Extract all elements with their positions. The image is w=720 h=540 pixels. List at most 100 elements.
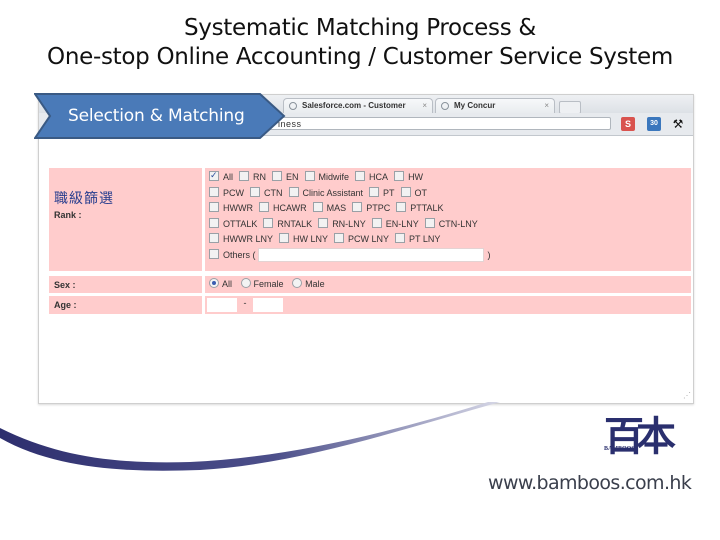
- others-label: Others (: [223, 249, 256, 260]
- checkbox[interactable]: [239, 171, 250, 181]
- rank-option[interactable]: CTN-LNY: [424, 217, 478, 232]
- age-label: Age :: [54, 300, 77, 310]
- age-range: -: [205, 296, 691, 314]
- radio-button[interactable]: [292, 278, 303, 288]
- others-checkbox[interactable]: [209, 248, 219, 259]
- rank-options: All RN EN Midwife HCA HW PCW CTN Clinic Assistan…: [205, 168, 691, 271]
- checkbox[interactable]: [288, 186, 299, 197]
- tab-favicon-icon: [441, 102, 449, 110]
- checkbox[interactable]: [334, 233, 345, 243]
- sex-radio-female[interactable]: Female: [240, 276, 284, 293]
- logo-glyph: 百本: [604, 413, 676, 460]
- checkbox-label: HCAWR: [273, 203, 307, 213]
- tab-label: My Concur: [454, 101, 496, 110]
- checkbox[interactable]: [209, 233, 219, 243]
- checkbox[interactable]: [355, 171, 366, 181]
- rank-option[interactable]: OTTALK: [209, 217, 257, 232]
- radio-label: Female: [253, 279, 284, 289]
- tab-close-icon[interactable]: ×: [422, 99, 427, 113]
- page-content: 職級篩選 Rank : All RN EN Midwife HCA HW PCW CTN Cli…: [39, 136, 693, 402]
- checkbox[interactable]: [209, 202, 219, 212]
- tab-label: Salesforce.com - Customer: [302, 101, 406, 110]
- checkbox[interactable]: [263, 217, 274, 228]
- tab-my-concur[interactable]: My Concur ×: [435, 98, 555, 113]
- tab-close-icon[interactable]: ×: [544, 99, 549, 113]
- checkbox-label: OTTALK: [223, 218, 258, 229]
- rank-option[interactable]: EN-LNY: [371, 217, 419, 232]
- checkbox[interactable]: [209, 217, 219, 228]
- checkbox[interactable]: [395, 233, 406, 243]
- rank-option-line: HWWR LNY HW LNY PCW LNY PT LNY: [209, 232, 446, 247]
- checkbox[interactable]: [396, 202, 407, 212]
- rank-option[interactable]: Clinic Assistant: [288, 186, 363, 201]
- rank-label-cell: 職級篩選 Rank :: [49, 168, 201, 271]
- sex-row: Sex : All Female Male: [49, 276, 691, 293]
- rank-label-zh: 職級篩選: [54, 191, 114, 207]
- checkbox[interactable]: [209, 168, 219, 183]
- radio-button[interactable]: [240, 278, 251, 288]
- checkbox[interactable]: [272, 171, 283, 181]
- age-from-input[interactable]: [207, 298, 237, 312]
- wrench-icon[interactable]: ⚒: [671, 117, 685, 131]
- checkbox[interactable]: [304, 171, 315, 181]
- rank-option[interactable]: HWWR: [209, 201, 253, 216]
- rank-option[interactable]: HCAWR: [259, 201, 307, 216]
- rank-option[interactable]: Midwife: [304, 170, 350, 185]
- checkbox-label: CTN-LNY: [438, 218, 478, 229]
- rank-option[interactable]: HW: [394, 170, 423, 185]
- rank-option[interactable]: PT: [369, 186, 395, 201]
- checkbox[interactable]: [259, 202, 269, 212]
- checkbox-label: PTPC: [366, 203, 391, 213]
- resize-grip-icon[interactable]: ⋰: [683, 392, 691, 400]
- rank-option[interactable]: All: [209, 168, 233, 185]
- rank-option[interactable]: HWWR LNY: [209, 232, 273, 247]
- rank-option[interactable]: RNTALK: [263, 217, 312, 232]
- salesforce-icon[interactable]: S: [621, 117, 635, 131]
- rank-option[interactable]: PT LNY: [395, 232, 440, 247]
- rank-option[interactable]: PTTALK: [396, 201, 444, 216]
- radio-label: Male: [305, 279, 325, 289]
- checkbox[interactable]: [209, 186, 219, 197]
- rank-option[interactable]: MAS: [312, 201, 346, 216]
- checkbox-label: PT: [383, 187, 395, 198]
- checkbox-label: HWWR LNY: [223, 234, 273, 244]
- checkbox[interactable]: [279, 233, 289, 243]
- rank-option[interactable]: HCA: [355, 170, 388, 185]
- rank-option[interactable]: OT: [400, 186, 427, 201]
- checkbox[interactable]: [318, 217, 329, 228]
- age-row: Age : -: [49, 296, 691, 314]
- checkbox[interactable]: [424, 217, 435, 228]
- rank-option[interactable]: PCW: [209, 186, 244, 201]
- calendar-icon[interactable]: 30: [647, 117, 661, 131]
- rank-option[interactable]: RN: [239, 170, 266, 185]
- age-separator: -: [243, 298, 247, 309]
- checkbox[interactable]: [371, 217, 382, 228]
- others-input[interactable]: [257, 248, 484, 263]
- checkbox-label: RN-LNY: [332, 218, 366, 229]
- rank-option[interactable]: PCW LNY: [334, 232, 389, 247]
- checkbox[interactable]: [369, 186, 380, 197]
- sex-radio-all[interactable]: All: [209, 276, 232, 293]
- radio-button[interactable]: [209, 278, 219, 288]
- rank-option-line: All RN EN Midwife HCA HW: [209, 168, 429, 185]
- checkbox[interactable]: [250, 186, 260, 197]
- checkbox-label: RN: [253, 172, 267, 182]
- rank-option[interactable]: PTPC: [352, 201, 390, 216]
- rank-label: Rank :: [54, 210, 82, 220]
- rank-option[interactable]: EN: [272, 170, 299, 185]
- tab-salesforce[interactable]: Salesforce.com - Customer ×: [283, 98, 433, 113]
- checkbox[interactable]: [312, 202, 323, 212]
- rank-option[interactable]: HW LNY: [279, 232, 328, 247]
- rank-option[interactable]: RN-LNY: [318, 217, 366, 232]
- checkbox[interactable]: [394, 171, 405, 181]
- checkbox-label: HW: [408, 172, 424, 182]
- checkbox-label: EN-LNY: [385, 218, 419, 229]
- checkbox[interactable]: [400, 186, 411, 197]
- checkbox-label: Midwife: [318, 172, 350, 182]
- website-url: www.bamboos.com.hk: [488, 472, 692, 494]
- rank-option[interactable]: CTN: [250, 186, 283, 201]
- sex-radio-male[interactable]: Male: [292, 276, 325, 293]
- age-to-input[interactable]: [253, 298, 284, 312]
- checkbox[interactable]: [352, 202, 363, 212]
- rank-option-line: HWWR HCAWR MAS PTPC PTTALK: [209, 201, 450, 216]
